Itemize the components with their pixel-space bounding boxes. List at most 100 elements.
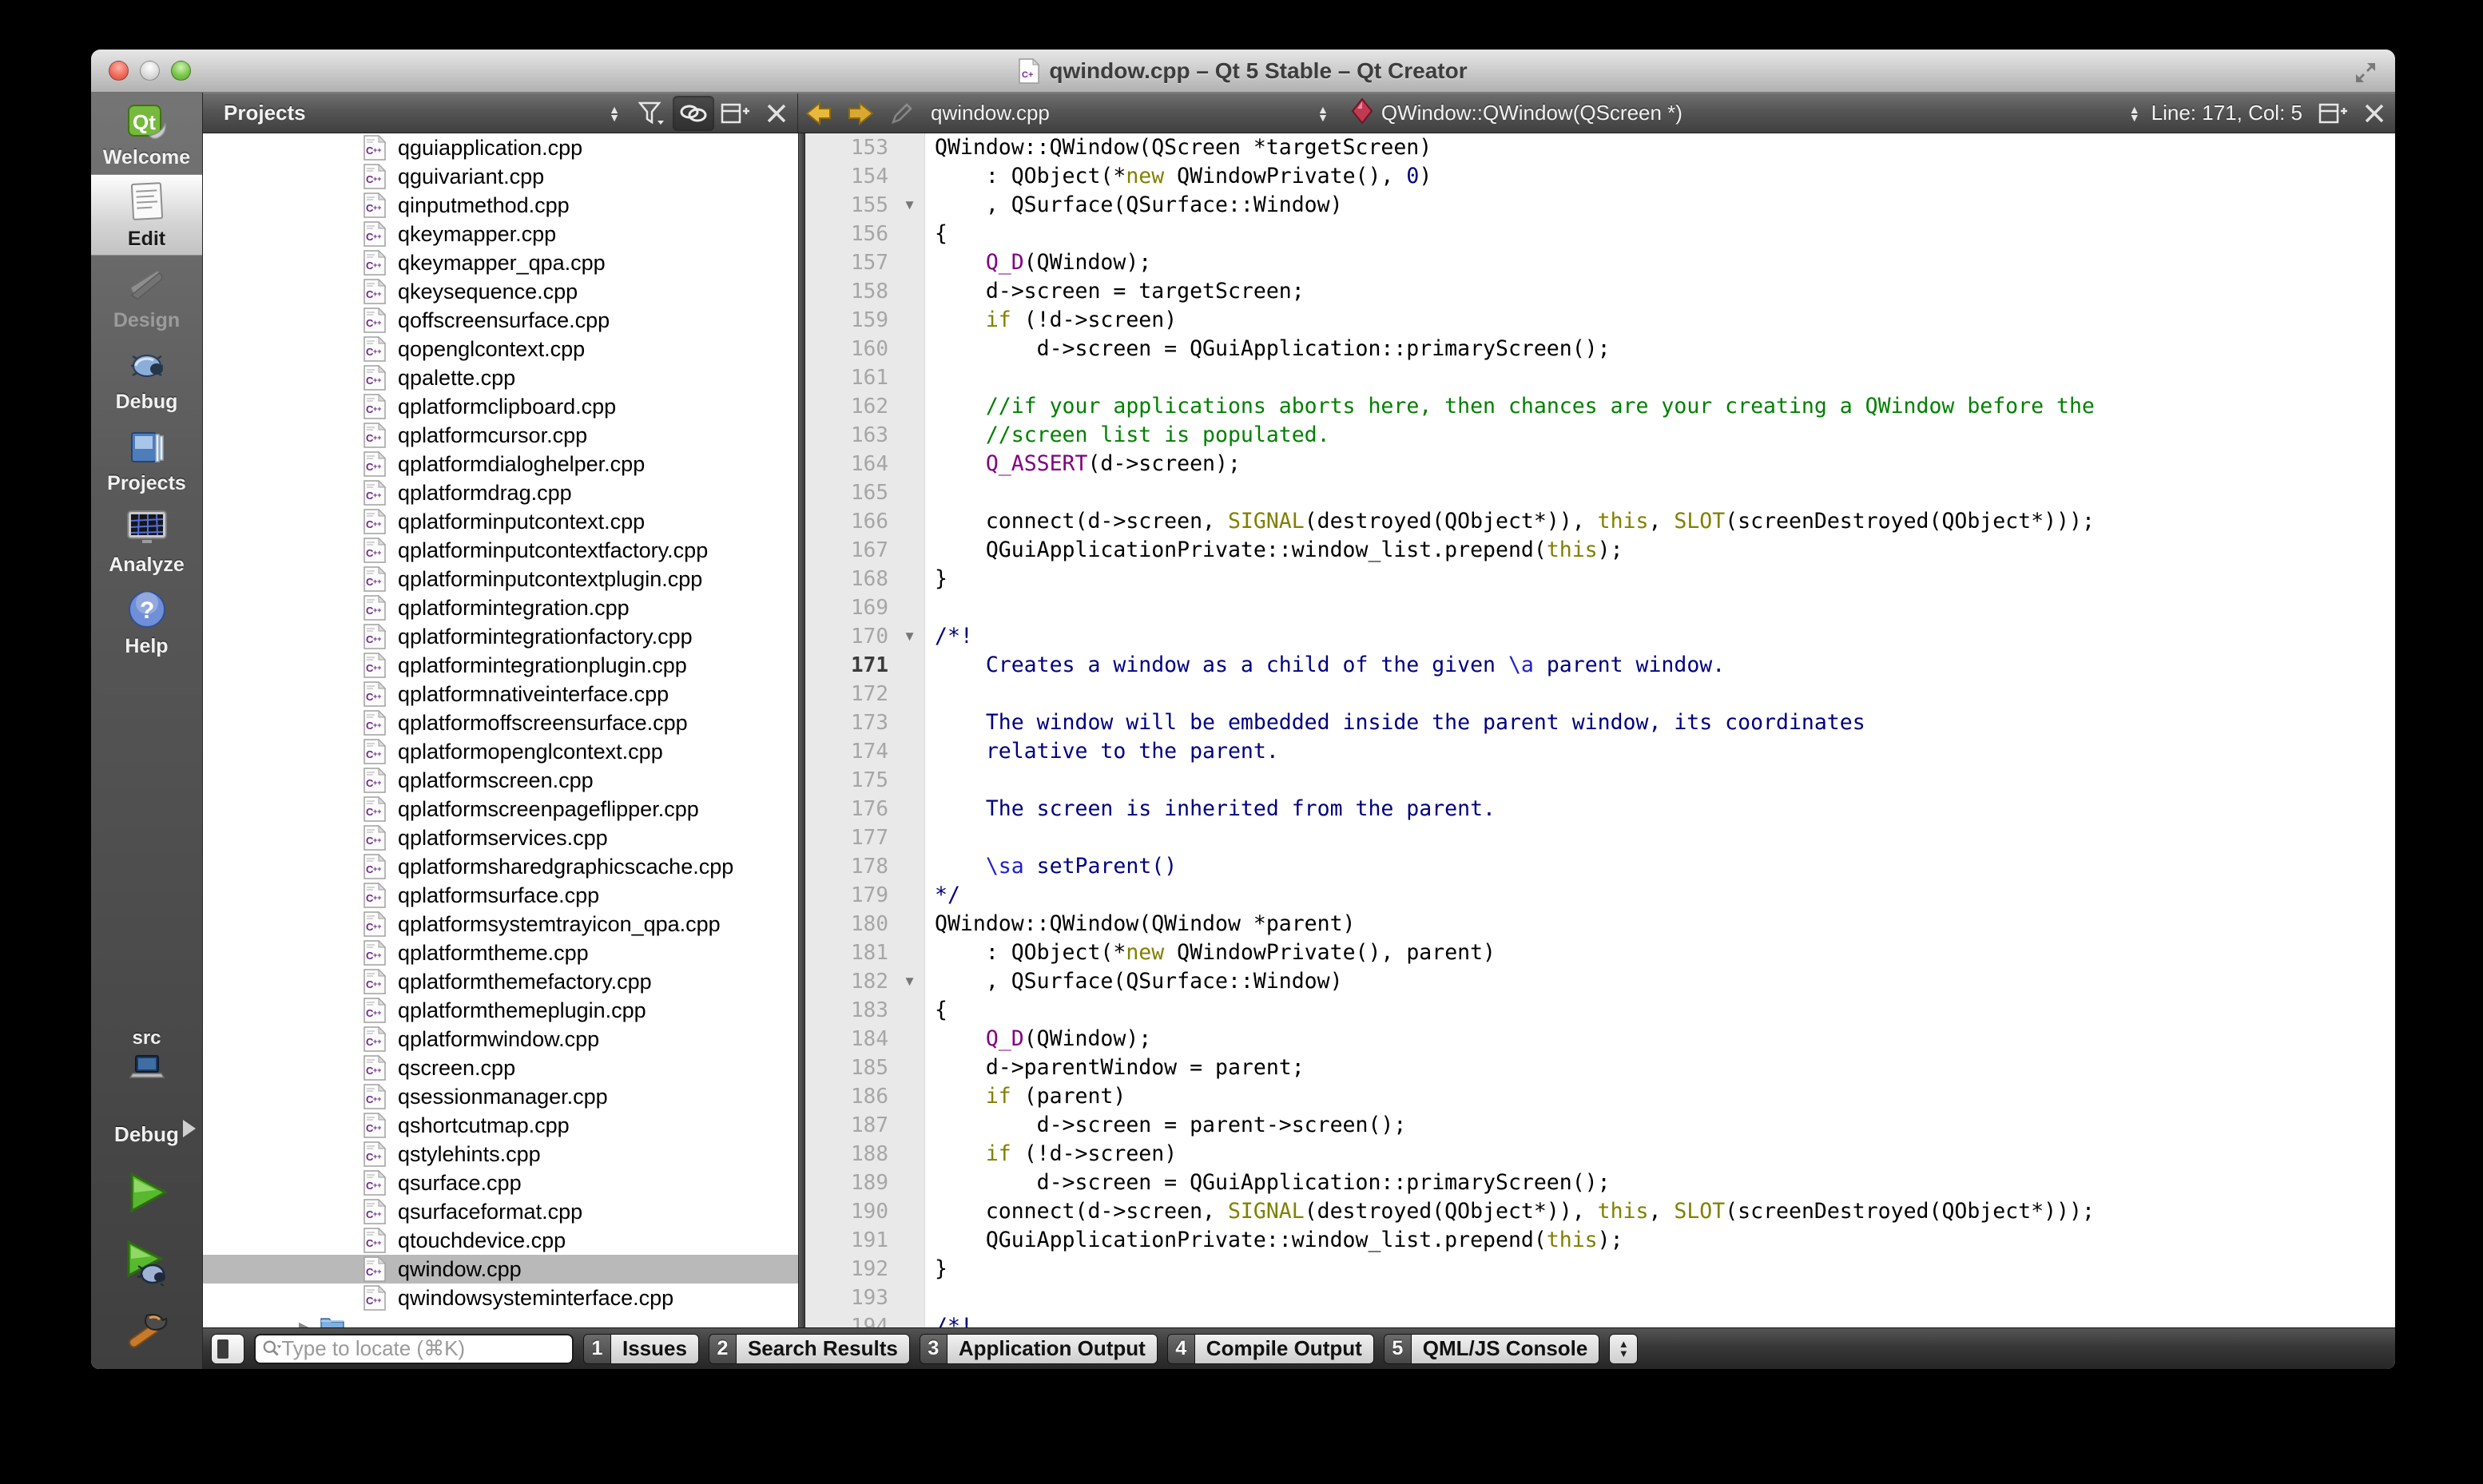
code-line[interactable]: 193 xyxy=(805,1284,2395,1312)
code-line[interactable]: 167 QGuiApplicationPrivate::window_list.… xyxy=(805,536,2395,565)
output-pane-arrows-button[interactable]: ▲ ▼ xyxy=(1609,1333,1639,1364)
pane-title-dropdown[interactable]: Projects xyxy=(224,101,598,125)
output-pane-button-application-output[interactable]: 3 Application Output xyxy=(919,1333,1158,1364)
file-row[interactable]: C ++ qwindow.cpp xyxy=(203,1255,798,1284)
code-editor[interactable]: 153 QWindow::QWindow(QScreen *targetScree… xyxy=(805,133,2395,1327)
mode-edit[interactable]: Edit xyxy=(91,174,202,256)
code-line[interactable]: 182 ▼ , QSurface(QSurface::Window) xyxy=(805,967,2395,996)
file-row[interactable]: C ++ qplatformoffscreensurface.cpp xyxy=(203,708,798,737)
forward-icon[interactable] xyxy=(840,96,881,131)
code-line[interactable]: 183 { xyxy=(805,996,2395,1025)
code-line[interactable]: 185 d->parentWindow = parent; xyxy=(805,1053,2395,1082)
fold-marker-icon[interactable]: ▼ xyxy=(895,191,925,220)
kit-expander-icon[interactable] xyxy=(183,1120,196,1137)
close-pane-icon[interactable] xyxy=(756,96,797,131)
file-row[interactable]: C ++ qplatforminputcontextplugin.cpp xyxy=(203,565,798,593)
file-row[interactable]: C ++ qplatforminputcontextfactory.cpp xyxy=(203,536,798,565)
code-line[interactable]: 171 Creates a window as a child of the g… xyxy=(805,651,2395,680)
file-row[interactable]: C ++ qplatformdialoghelper.cpp xyxy=(203,450,798,478)
mode-debug[interactable]: Debug xyxy=(91,337,202,419)
close-window-button[interactable] xyxy=(109,61,129,81)
code-line[interactable]: 165 xyxy=(805,478,2395,507)
minimize-window-button[interactable] xyxy=(140,61,160,81)
pane-select-arrows-icon[interactable]: ▲ ▼ xyxy=(609,104,620,123)
run-button[interactable] xyxy=(121,1168,173,1217)
mode-help[interactable]: ? Help xyxy=(91,581,202,663)
code-line[interactable]: 163 //screen list is populated. xyxy=(805,421,2395,450)
locator[interactable] xyxy=(254,1333,574,1364)
code-line[interactable]: 178 \sa setParent() xyxy=(805,852,2395,881)
code-line[interactable]: 156 { xyxy=(805,220,2395,248)
code-line[interactable]: 161 xyxy=(805,363,2395,392)
file-row[interactable]: C ++ qwindowsysteminterface.cpp xyxy=(203,1284,798,1312)
code-line[interactable]: 159 if (!d->screen) xyxy=(805,306,2395,335)
code-line[interactable]: 168} xyxy=(805,565,2395,593)
code-line[interactable]: 176 The screen is inherited from the par… xyxy=(805,795,2395,823)
output-pane-button-search-results[interactable]: 2 Search Results xyxy=(708,1333,910,1364)
code-line[interactable]: 174 relative to the parent. xyxy=(805,737,2395,766)
code-line[interactable]: 172 xyxy=(805,680,2395,708)
zoom-window-button[interactable] xyxy=(171,61,191,81)
code-line[interactable]: 190 connect(d->screen, SIGNAL(destroyed(… xyxy=(805,1197,2395,1226)
file-row[interactable]: C ++ qoffscreensurface.cpp xyxy=(203,306,798,335)
filter-icon[interactable] xyxy=(631,96,673,131)
file-row[interactable]: C ++ qstylehints.cpp xyxy=(203,1140,798,1169)
file-row[interactable]: C ++ qkeymapper_qpa.cpp xyxy=(203,248,798,277)
output-pane-button-qml-js-console[interactable]: 5 QML/JS Console xyxy=(1383,1333,1600,1364)
code-line[interactable]: 177 xyxy=(805,823,2395,852)
mode-projects[interactable]: Projects xyxy=(91,419,202,500)
file-row[interactable]: C ++ qplatformsurface.cpp xyxy=(203,881,798,910)
locator-input[interactable] xyxy=(281,1336,566,1361)
file-row[interactable]: C ++ qplatformclipboard.cpp xyxy=(203,392,798,421)
build-button[interactable] xyxy=(121,1308,173,1358)
file-row[interactable]: C ++ qshortcutmap.cpp xyxy=(203,1111,798,1140)
file-row[interactable]: C ++ qkeymapper.cpp xyxy=(203,220,798,248)
file-row[interactable]: C ++ qplatformscreenpageflipper.cpp xyxy=(203,795,798,823)
file-row[interactable]: C ++ qsurface.cpp xyxy=(203,1169,798,1197)
mode-analyze[interactable]: Analyze xyxy=(91,500,202,581)
code-line[interactable]: 154 : QObject(*new QWindowPrivate(), 0) xyxy=(805,162,2395,191)
code-line[interactable]: 173 The window will be embedded inside t… xyxy=(805,708,2395,737)
split-pane-icon[interactable] xyxy=(714,96,756,131)
output-pane-button-issues[interactable]: 1 Issues xyxy=(583,1333,699,1364)
pane-splitter[interactable] xyxy=(798,133,805,1327)
debug-run-button[interactable] xyxy=(121,1238,173,1288)
code-line[interactable]: 194 /*! xyxy=(805,1312,2395,1327)
file-row[interactable]: C ++ qkeysequence.cpp xyxy=(203,277,798,306)
code-line[interactable]: 158 d->screen = targetScreen; xyxy=(805,277,2395,306)
file-row[interactable]: C ++ qplatformsharedgraphicscache.cpp xyxy=(203,852,798,881)
code-line[interactable]: 184 Q_D(QWindow); xyxy=(805,1025,2395,1053)
file-row[interactable]: C ++ qplatformintegrationfactory.cpp xyxy=(203,622,798,651)
symbol-dropdown-arrows-icon[interactable]: ▲ ▼ xyxy=(2129,104,2140,123)
code-line[interactable]: 189 d->screen = QGuiApplication::primary… xyxy=(805,1169,2395,1197)
file-dropdown-arrows-icon[interactable]: ▲ ▼ xyxy=(1317,104,1329,123)
code-line[interactable]: 166 connect(d->screen, SIGNAL(destroyed(… xyxy=(805,507,2395,536)
code-line[interactable]: 164 Q_ASSERT(d->screen); xyxy=(805,450,2395,478)
file-row[interactable]: C ++ qsessionmanager.cpp xyxy=(203,1082,798,1111)
file-row[interactable]: C ++ qplatformintegration.cpp xyxy=(203,593,798,622)
mode-welcome[interactable]: Qt Welcome xyxy=(91,93,202,174)
output-pane-button-compile-output[interactable]: 4 Compile Output xyxy=(1166,1333,1374,1364)
file-row[interactable]: C ++ qplatformwindow.cpp xyxy=(203,1025,798,1053)
file-row[interactable]: C ++ qsurfaceformat.cpp xyxy=(203,1197,798,1226)
file-row[interactable]: C ++ qguiapplication.cpp xyxy=(203,133,798,162)
code-line[interactable]: 179 */ xyxy=(805,881,2395,910)
code-line[interactable]: 186 if (parent) xyxy=(805,1082,2395,1111)
sync-with-editor-icon[interactable] xyxy=(673,95,714,131)
code-line[interactable]: 170 ▼ /*! xyxy=(805,622,2395,651)
file-row[interactable]: C ++ qplatformopenglcontext.cpp xyxy=(203,737,798,766)
fold-marker-icon[interactable]: ▼ xyxy=(895,967,925,996)
file-row[interactable]: C ++ qopenglcontext.cpp xyxy=(203,335,798,363)
file-row[interactable]: C ++ qplatformthemefactory.cpp xyxy=(203,967,798,996)
file-row[interactable]: C ++ qplatformdrag.cpp xyxy=(203,478,798,507)
file-row[interactable]: C ++ qguivariant.cpp xyxy=(203,162,798,191)
code-line[interactable]: 188 if (!d->screen) xyxy=(805,1140,2395,1169)
file-row[interactable]: C ++ qplatformcursor.cpp xyxy=(203,421,798,450)
code-line[interactable]: 180 QWindow::QWindow(QWindow *parent) xyxy=(805,910,2395,938)
code-line[interactable]: 192} xyxy=(805,1255,2395,1284)
file-row[interactable]: C ++ qtouchdevice.cpp xyxy=(203,1226,798,1255)
file-row[interactable]: C ++ qplatformsystemtrayicon_qpa.cpp xyxy=(203,910,798,938)
code-line[interactable]: 162 //if your applications aborts here, … xyxy=(805,392,2395,421)
fold-marker-icon[interactable]: ▼ xyxy=(895,622,925,651)
toggle-sidebar-button[interactable] xyxy=(211,1333,244,1364)
